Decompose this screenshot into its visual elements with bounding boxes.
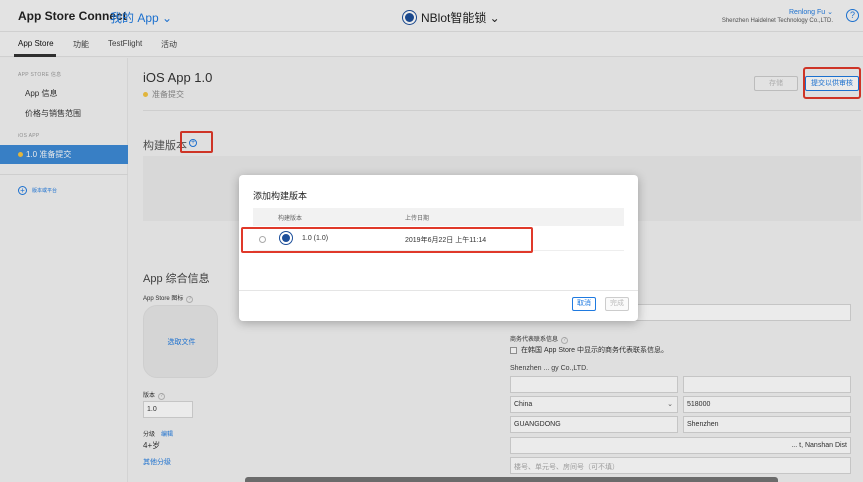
dialog-title: 添加构建版本 (253, 191, 308, 201)
table-header: 构建版本 上传日期 (253, 208, 624, 226)
cancel-button[interactable]: 取消 (572, 297, 596, 311)
dock (245, 477, 778, 482)
done-button[interactable]: 完成 (605, 297, 629, 311)
column-build: 构建版本 (278, 216, 303, 222)
build-row-highlight-box (241, 227, 533, 253)
column-upload-date: 上传日期 (405, 216, 430, 222)
dialog-footer-divider (239, 290, 638, 291)
